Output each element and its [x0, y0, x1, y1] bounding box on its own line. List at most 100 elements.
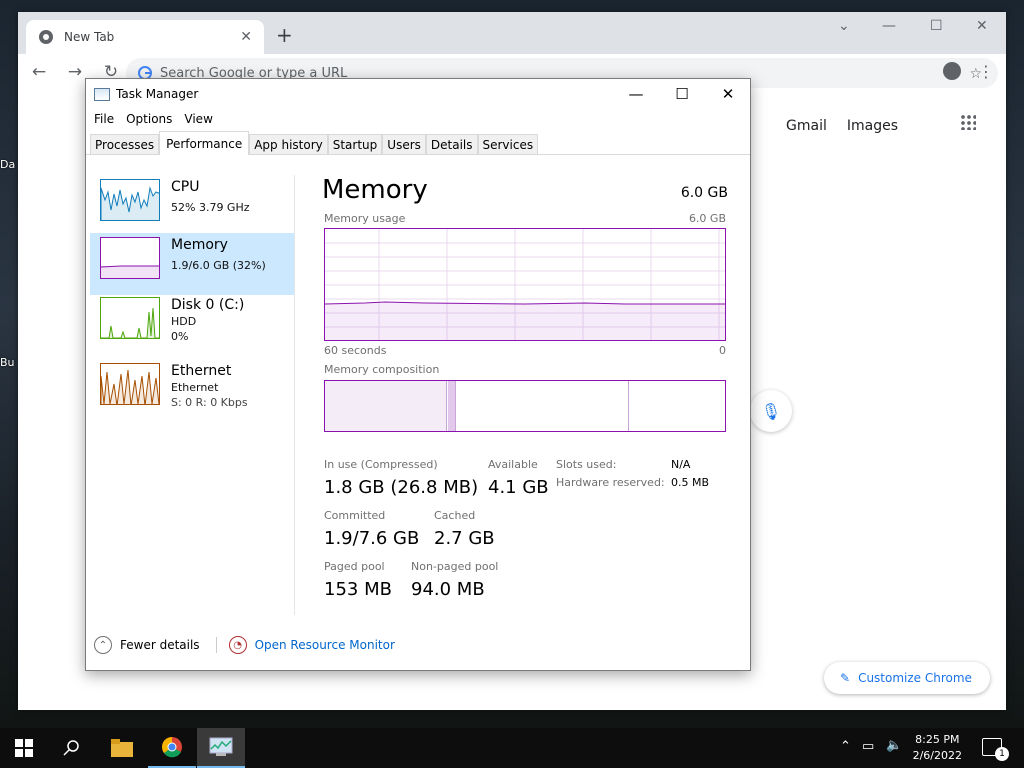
chevron-up-icon[interactable]: ⌃: [94, 636, 112, 654]
images-link[interactable]: Images: [847, 118, 898, 134]
resource-detail: 52% 3.79 GHz: [171, 201, 250, 214]
menu-view[interactable]: View: [184, 112, 212, 126]
search-icon: [63, 740, 79, 756]
resource-name: Ethernet: [171, 363, 232, 379]
task-manager-icon: [94, 87, 110, 101]
tab-app-history[interactable]: App history: [249, 134, 328, 154]
maximize-icon[interactable]: ☐: [659, 85, 705, 103]
back-icon[interactable]: ←: [28, 62, 50, 82]
show-hidden-icons-icon[interactable]: ⌃: [840, 739, 851, 754]
maximize-icon[interactable]: ☐: [930, 18, 943, 34]
resource-memory[interactable]: Memory 1.9/6.0 GB (32%): [90, 233, 294, 295]
tab-services[interactable]: Services: [477, 134, 539, 154]
menu-options[interactable]: Options: [126, 112, 172, 126]
network-icon[interactable]: ▭: [862, 739, 874, 754]
profile-avatar-icon[interactable]: [943, 62, 961, 80]
memory-composition-label: Memory composition: [324, 363, 440, 376]
close-icon[interactable]: ✕: [705, 85, 751, 103]
resource-detail-2: S: 0 R: 0 Kbps: [171, 396, 248, 409]
customize-chrome-button[interactable]: ✎ Customize Chrome: [824, 662, 990, 694]
close-tab-icon[interactable]: ✕: [240, 29, 252, 45]
cached-label: Cached: [434, 509, 476, 522]
notification-count-badge: 1: [995, 747, 1009, 761]
resource-detail-2: 0%: [171, 330, 189, 343]
slots-used-value: N/A: [671, 458, 691, 471]
system-clock[interactable]: 8:25 PM 2/6/2022: [913, 732, 962, 764]
graph-time-left: 60 seconds: [324, 344, 387, 357]
slots-used-label: Slots used:: [556, 458, 617, 471]
resource-detail: Ethernet: [171, 381, 219, 394]
resource-cpu[interactable]: CPU 52% 3.79 GHz: [90, 175, 294, 237]
pencil-icon: ✎: [840, 671, 851, 685]
start-button[interactable]: [0, 728, 48, 768]
footer: ⌃ Fewer details ◔ Open Resource Monitor: [94, 636, 395, 654]
graph-time-right: 0: [719, 344, 726, 357]
search-button[interactable]: [48, 728, 96, 768]
resource-disk[interactable]: Disk 0 (C:) HDD 0%: [90, 293, 294, 355]
tab-search-icon[interactable]: ⌄: [838, 18, 850, 34]
volume-muted-icon[interactable]: 🔈: [886, 738, 902, 753]
clock-date: 2/6/2022: [912, 749, 962, 762]
file-explorer-button[interactable]: [98, 728, 146, 768]
window-title: Task Manager: [116, 87, 199, 101]
clock-time: 8:25 PM: [915, 733, 960, 746]
paged-pool-label: Paged pool: [324, 560, 385, 573]
google-header-links: Gmail Images: [786, 118, 898, 134]
task-manager-taskbar-button[interactable]: [197, 728, 245, 768]
resource-list: CPU 52% 3.79 GHz Memory 1.9/6.0 GB (32%)…: [90, 175, 295, 615]
new-tab-button[interactable]: +: [276, 24, 293, 46]
chrome-taskbar-button[interactable]: [148, 728, 196, 768]
tab-details[interactable]: Details: [425, 134, 478, 154]
disk-thumbnail-graph: [100, 297, 160, 339]
close-window-icon[interactable]: ✕: [976, 18, 988, 34]
tab-title: New Tab: [64, 30, 115, 44]
resource-name: CPU: [171, 179, 200, 195]
resource-name: Memory: [171, 237, 228, 253]
chrome-favicon-icon: [39, 30, 53, 44]
action-center-button[interactable]: 1: [982, 738, 1009, 761]
minimize-icon[interactable]: —: [882, 18, 896, 34]
tab-performance[interactable]: Performance: [159, 131, 250, 155]
desktop-icon-label[interactable]: Da: [0, 158, 15, 171]
memory-total: 6.0 GB: [680, 185, 728, 201]
resource-name: Disk 0 (C:): [171, 297, 245, 313]
chrome-tabstrip: New Tab ✕ + ⌄ — ☐ ✕: [18, 12, 1006, 54]
tab-users[interactable]: Users: [382, 134, 426, 154]
open-resource-monitor-link[interactable]: Open Resource Monitor: [255, 638, 395, 652]
task-manager-icon: [209, 737, 233, 756]
forward-icon[interactable]: →: [64, 62, 86, 82]
memory-usage-label: Memory usage: [324, 212, 406, 225]
menu-file[interactable]: File: [94, 112, 114, 126]
in-use-segment[interactable]: [325, 381, 447, 431]
resource-detail: 1.9/6.0 GB (32%): [171, 259, 266, 272]
customize-chrome-label: Customize Chrome: [858, 671, 972, 685]
desktop-icon-label[interactable]: Bu: [0, 356, 15, 369]
memory-heading: Memory: [322, 175, 428, 205]
gmail-link[interactable]: Gmail: [786, 118, 827, 134]
memory-panel: Memory 6.0 GB Memory usage 6.0 GB 60 sec…: [300, 175, 740, 615]
in-use-label: In use (Compressed): [324, 458, 438, 471]
nonpaged-pool-value: 94.0 MB: [411, 579, 485, 600]
cpu-thumbnail-graph: [100, 179, 160, 221]
memory-usage-graph: [324, 228, 726, 341]
ethernet-thumbnail-graph: [100, 363, 160, 405]
minimize-icon[interactable]: —: [613, 85, 659, 103]
paged-pool-value: 153 MB: [324, 579, 392, 600]
free-segment[interactable]: [630, 381, 725, 431]
tab-bar: Processes Performance App history Startu…: [86, 129, 750, 155]
tab-startup[interactable]: Startup: [327, 134, 383, 154]
available-value: 4.1 GB: [488, 477, 549, 498]
google-apps-icon[interactable]: [960, 114, 976, 130]
modified-segment[interactable]: [448, 381, 456, 431]
browser-tab[interactable]: New Tab ✕: [26, 20, 264, 54]
standby-segment[interactable]: [457, 381, 629, 431]
chrome-menu-icon[interactable]: ⋮: [978, 62, 994, 81]
resource-ethernet[interactable]: Ethernet Ethernet S: 0 R: 0 Kbps: [90, 359, 294, 421]
fewer-details-link[interactable]: Fewer details: [120, 638, 200, 652]
menu-bar: File Options View: [86, 109, 750, 129]
memory-composition-bar: [324, 380, 726, 432]
title-bar[interactable]: Task Manager — ☐ ✕: [86, 79, 750, 109]
tab-processes[interactable]: Processes: [90, 134, 160, 154]
memory-usage-max: 6.0 GB: [688, 212, 726, 225]
voice-search-icon[interactable]: 🎙: [750, 390, 792, 432]
